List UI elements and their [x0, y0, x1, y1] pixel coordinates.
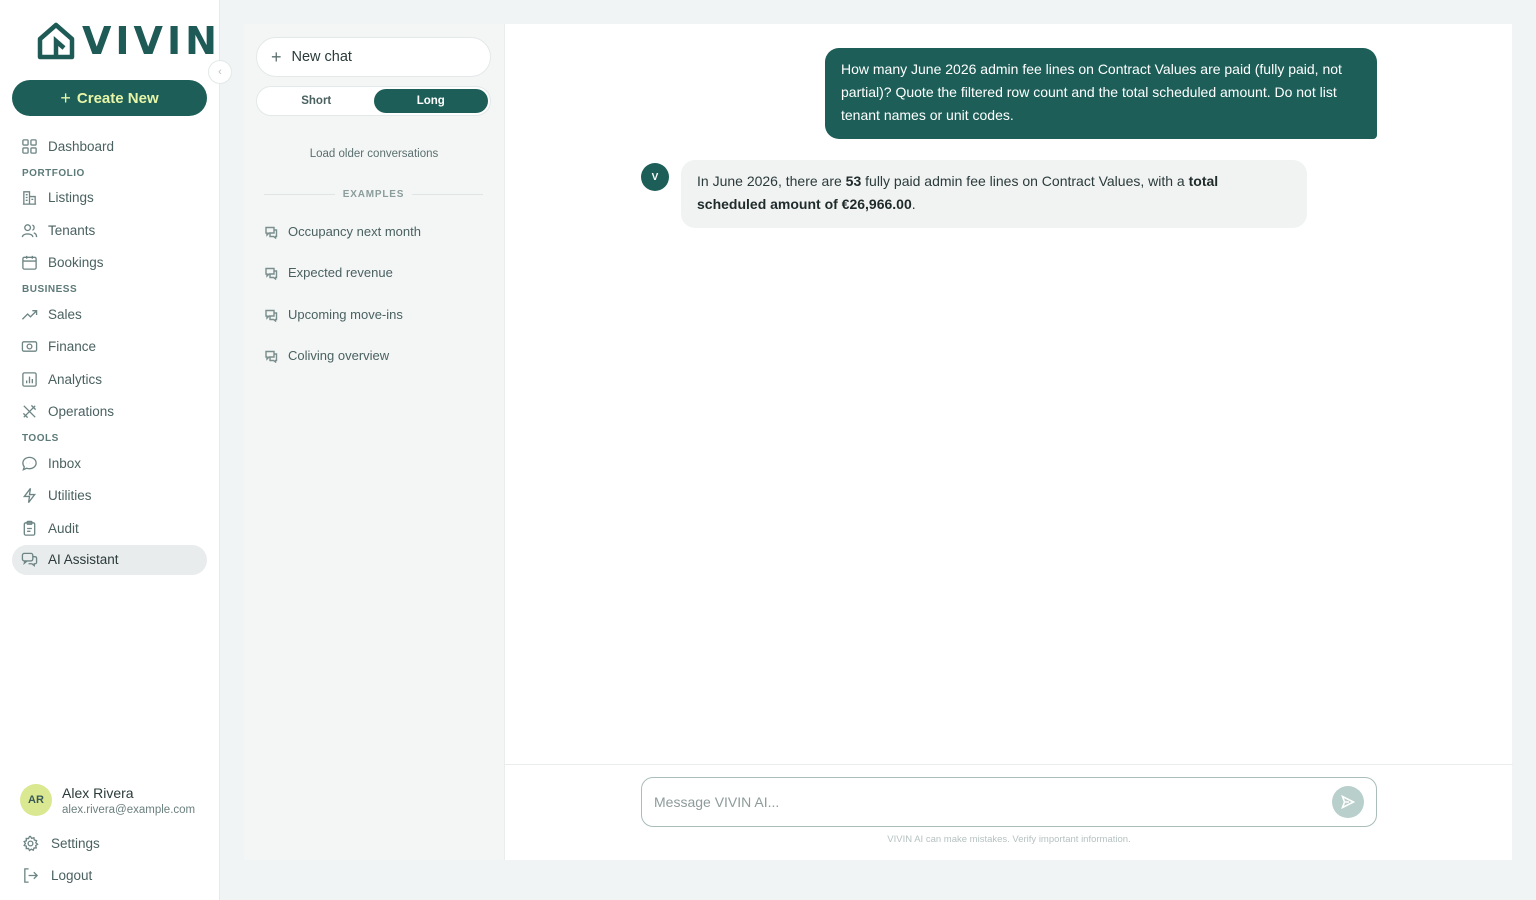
nav-item-label: Tenants	[48, 222, 96, 238]
length-option-short[interactable]: Short	[259, 89, 374, 113]
banknote-icon	[21, 341, 38, 353]
nav-item-label: Operations	[48, 404, 115, 420]
clipboard-icon	[23, 520, 36, 536]
nav-section-tools: TOOLS	[22, 433, 59, 444]
example-prompt[interactable]: Coliving overview	[264, 348, 389, 363]
vivin-logo[interactable]: VIVIN	[36, 20, 221, 62]
plus-icon: +	[60, 87, 71, 108]
user-name: Alex Rivera	[62, 784, 134, 801]
example-prompt[interactable]: Expected revenue	[264, 265, 393, 280]
assistant-text: In June 2026, there are	[697, 173, 846, 189]
nav-section-portfolio: PORTFOLIO	[22, 167, 85, 179]
nav-item-audit[interactable]: Audit	[12, 512, 207, 545]
examples-divider: EXAMPLES	[264, 189, 484, 200]
house-logo-icon	[37, 22, 75, 60]
building-icon	[22, 191, 37, 206]
example-label: Expected revenue	[288, 265, 393, 280]
main-sidebar: VIVIN ‹ + Create New Dashboard PORTFOLIO…	[0, 0, 232, 900]
nav-item-tenants[interactable]: Tenants	[12, 214, 207, 247]
tools-icon	[22, 405, 37, 419]
new-chat-label: New chat	[291, 49, 352, 65]
send-button[interactable]	[1332, 786, 1364, 818]
nav-list: Dashboard PORTFOLIO Listings Tenants Boo…	[12, 130, 207, 575]
example-prompt[interactable]: Upcoming move-ins	[264, 307, 403, 322]
composer-divider	[505, 764, 1513, 765]
examples-heading: EXAMPLES	[342, 189, 405, 200]
user-profile[interactable]: AR Alex Rivera alex.rivera@example.com	[20, 784, 197, 816]
nav-item-inbox[interactable]: Inbox	[12, 447, 207, 480]
settings-button[interactable]: Settings	[22, 835, 100, 852]
nav-item-operations[interactable]: Operations	[12, 396, 207, 429]
nav-item-label: Listings	[48, 190, 94, 206]
example-label: Occupancy next month	[288, 224, 421, 239]
divider-line	[412, 194, 484, 195]
settings-label: Settings	[51, 836, 100, 851]
nav-item-label: Bookings	[48, 255, 104, 271]
nav-item-label: Dashboard	[48, 138, 115, 154]
nav-item-label: Inbox	[48, 455, 82, 471]
nav-item-label: AI Assistant	[48, 552, 119, 567]
bar-chart-icon	[22, 371, 37, 387]
new-chat-button[interactable]: + New chat	[256, 37, 491, 77]
nav-item-sales[interactable]: Sales	[12, 298, 207, 331]
assistant-text: .	[911, 196, 916, 212]
nav-item-finance[interactable]: Finance	[12, 331, 207, 364]
chat-area: How many June 2026 admin fee lines on Co…	[504, 24, 1513, 860]
nav-section-business: BUSINESS	[22, 284, 78, 295]
logout-icon	[24, 868, 39, 883]
chat-bubbles-icon	[21, 552, 38, 568]
assistant-message: In June 2026, there are 53 fully paid ad…	[681, 160, 1307, 228]
divider-line	[264, 194, 335, 195]
logout-button[interactable]: Logout	[22, 867, 92, 884]
ai-disclaimer: VIVIN AI can make mistakes. Verify impor…	[887, 834, 1131, 845]
send-icon	[1341, 795, 1355, 809]
gear-icon	[23, 835, 39, 852]
nav-item-label: Finance	[48, 339, 97, 355]
logo-text: VIVIN	[82, 19, 221, 63]
nav-item-label: Sales	[48, 306, 82, 322]
nav-item-analytics[interactable]: Analytics	[12, 363, 207, 396]
logout-label: Logout	[51, 868, 93, 883]
nav-item-ai-assistant[interactable]: AI Assistant	[12, 544, 207, 575]
assistant-text: fully paid admin fee lines on Contract V…	[861, 173, 1189, 189]
avatar: AR	[20, 784, 52, 816]
chat-bubble-icon	[265, 226, 278, 239]
calendar-icon	[22, 256, 37, 271]
example-label: Coliving overview	[288, 348, 390, 363]
assistant-avatar: V	[641, 163, 669, 191]
conversations-panel: + New chat Short Long Load older convers…	[244, 24, 504, 860]
grid-icon	[22, 138, 37, 154]
example-label: Upcoming move-ins	[288, 307, 403, 322]
nav-item-label: Audit	[48, 520, 79, 536]
chevron-left-icon: ‹	[218, 66, 222, 78]
message-circle-icon	[22, 456, 37, 471]
user-message: How many June 2026 admin fee lines on Co…	[825, 48, 1377, 139]
message-composer	[641, 777, 1377, 827]
collapse-sidebar-button[interactable]: ‹	[208, 60, 232, 84]
user-email: alex.rivera@example.com	[62, 803, 196, 816]
nav-item-listings[interactable]: Listings	[12, 182, 207, 215]
nav-item-bookings[interactable]: Bookings	[12, 247, 207, 280]
create-new-button[interactable]: + Create New	[12, 80, 207, 116]
load-older-conversations-link[interactable]: Load older conversations	[244, 148, 504, 160]
nav-item-label: Analytics	[48, 371, 103, 387]
chat-bubble-icon	[265, 309, 278, 322]
nav-item-utilities[interactable]: Utilities	[12, 480, 207, 513]
zap-icon	[22, 488, 37, 504]
nav-item-dashboard[interactable]: Dashboard	[12, 130, 207, 163]
users-icon	[21, 223, 38, 238]
message-input[interactable]	[654, 794, 1332, 810]
trending-up-icon	[21, 309, 38, 320]
chat-bubble-icon	[265, 350, 278, 363]
create-new-label: Create New	[76, 89, 159, 107]
assistant-row-count: 53	[845, 173, 862, 189]
chat-bubble-icon	[265, 267, 278, 280]
plus-icon: +	[271, 46, 282, 67]
nav-item-label: Utilities	[48, 488, 92, 504]
example-prompt[interactable]: Occupancy next month	[264, 224, 421, 239]
response-length-toggle: Short Long	[256, 86, 491, 116]
length-option-long[interactable]: Long	[373, 89, 488, 113]
